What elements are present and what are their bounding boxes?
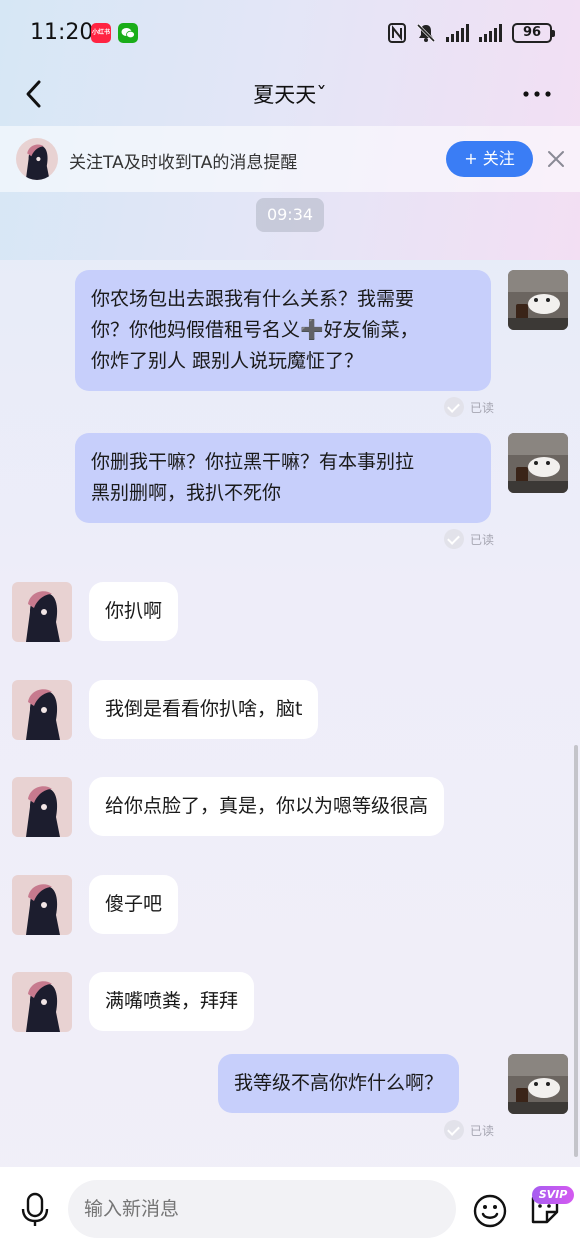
xiaohongshu-notification-icon: 小红书 (91, 23, 111, 43)
read-label: 已读 (470, 400, 495, 415)
message-bubble-received[interactable]: 你扒啊 (89, 582, 179, 641)
status-time: 11:20 (30, 20, 94, 45)
contact-avatar[interactable] (12, 972, 72, 1032)
signal-2-icon (479, 24, 502, 42)
contact-avatar[interactable] (12, 680, 72, 740)
system-icons: 96 (388, 20, 555, 46)
my-avatar[interactable] (508, 433, 568, 493)
voice-input-icon[interactable] (20, 1192, 50, 1228)
message-input[interactable] (68, 1180, 456, 1238)
message-bubble-received[interactable]: 给你点脸了，真是，你以为嗯等级很高 (89, 777, 445, 836)
mute-icon (416, 23, 436, 43)
message-text: 我等级不高你炸什么啊？ (234, 1072, 444, 1094)
my-avatar[interactable] (508, 270, 568, 330)
message-text-line: 你？你他妈假借租号名义➕好友偷菜， (91, 319, 419, 341)
contact-avatar[interactable] (12, 582, 72, 642)
message-text-line: 你农场包出去跟我有什么关系？我需要 (91, 288, 415, 310)
wechat-notification-icon (118, 23, 138, 43)
contact-name[interactable]: 夏天天ˇ (0, 79, 580, 109)
check-icon (444, 529, 464, 549)
read-receipt: 已读 (444, 397, 494, 417)
svip-badge: SVIP (532, 1186, 574, 1204)
nfc-icon (388, 23, 406, 43)
contact-avatar[interactable] (12, 875, 72, 935)
my-avatar[interactable] (508, 1054, 568, 1114)
message-bubble-sent[interactable]: 你农场包出去跟我有什么关系？我需要 你？你他妈假借租号名义➕好友偷菜， 你炸了别… (75, 270, 491, 391)
message-text: 傻子吧 (105, 893, 163, 915)
message-bubble-sent[interactable]: 我等级不高你炸什么啊？ (218, 1054, 460, 1113)
message-text: 满嘴喷粪，拜拜 (105, 990, 239, 1012)
message-text-line: 黑别删啊，我扒不死你 (91, 482, 282, 504)
read-receipt: 已读 (444, 529, 494, 549)
message-text: 给你点脸了，真是，你以为嗯等级很高 (105, 795, 429, 817)
message-text: 你扒啊 (105, 600, 163, 622)
follow-prompt-text: 关注TA及时收到TA的消息提醒 (69, 153, 298, 173)
signal-1-icon (446, 24, 469, 42)
contact-avatar[interactable] (16, 138, 58, 180)
message-text: 我倒是看看你扒啥，脑t (105, 698, 303, 720)
input-bar: SVIP (0, 1167, 580, 1252)
emoji-icon[interactable] (473, 1194, 507, 1228)
message-bubble-received[interactable]: 傻子吧 (89, 875, 179, 934)
scrollbar[interactable] (574, 745, 578, 1157)
chat-header: 夏天天ˇ (0, 66, 580, 122)
read-label: 已读 (470, 1123, 495, 1138)
message-text-line: 你炸了别人 跟别人说玩魔怔了？ (91, 350, 364, 372)
message-text-line: 你删我干嘛？你拉黑干嘛？有本事别拉 (91, 451, 415, 473)
more-options-icon[interactable] (522, 84, 552, 104)
check-icon (444, 397, 464, 417)
contact-avatar[interactable] (12, 777, 72, 837)
status-bar: 11:20 小红书 96 (0, 0, 580, 66)
check-icon (444, 1120, 464, 1140)
follow-banner: 关注TA及时收到TA的消息提醒 + 关注 (0, 126, 580, 192)
battery-indicator: 96 (512, 23, 555, 43)
message-bubble-received[interactable]: 满嘴喷粪，拜拜 (89, 972, 255, 1031)
read-receipt: 已读 (444, 1120, 494, 1140)
message-bubble-received[interactable]: 我倒是看看你扒啥，脑t (89, 680, 319, 739)
message-bubble-sent[interactable]: 你删我干嘛？你拉黑干嘛？有本事别拉 黑别删啊，我扒不死你 (75, 433, 491, 523)
read-label: 已读 (470, 532, 495, 547)
close-icon[interactable] (547, 150, 565, 168)
follow-button[interactable]: + 关注 (446, 141, 533, 177)
message-timestamp: 09:34 (256, 198, 324, 232)
